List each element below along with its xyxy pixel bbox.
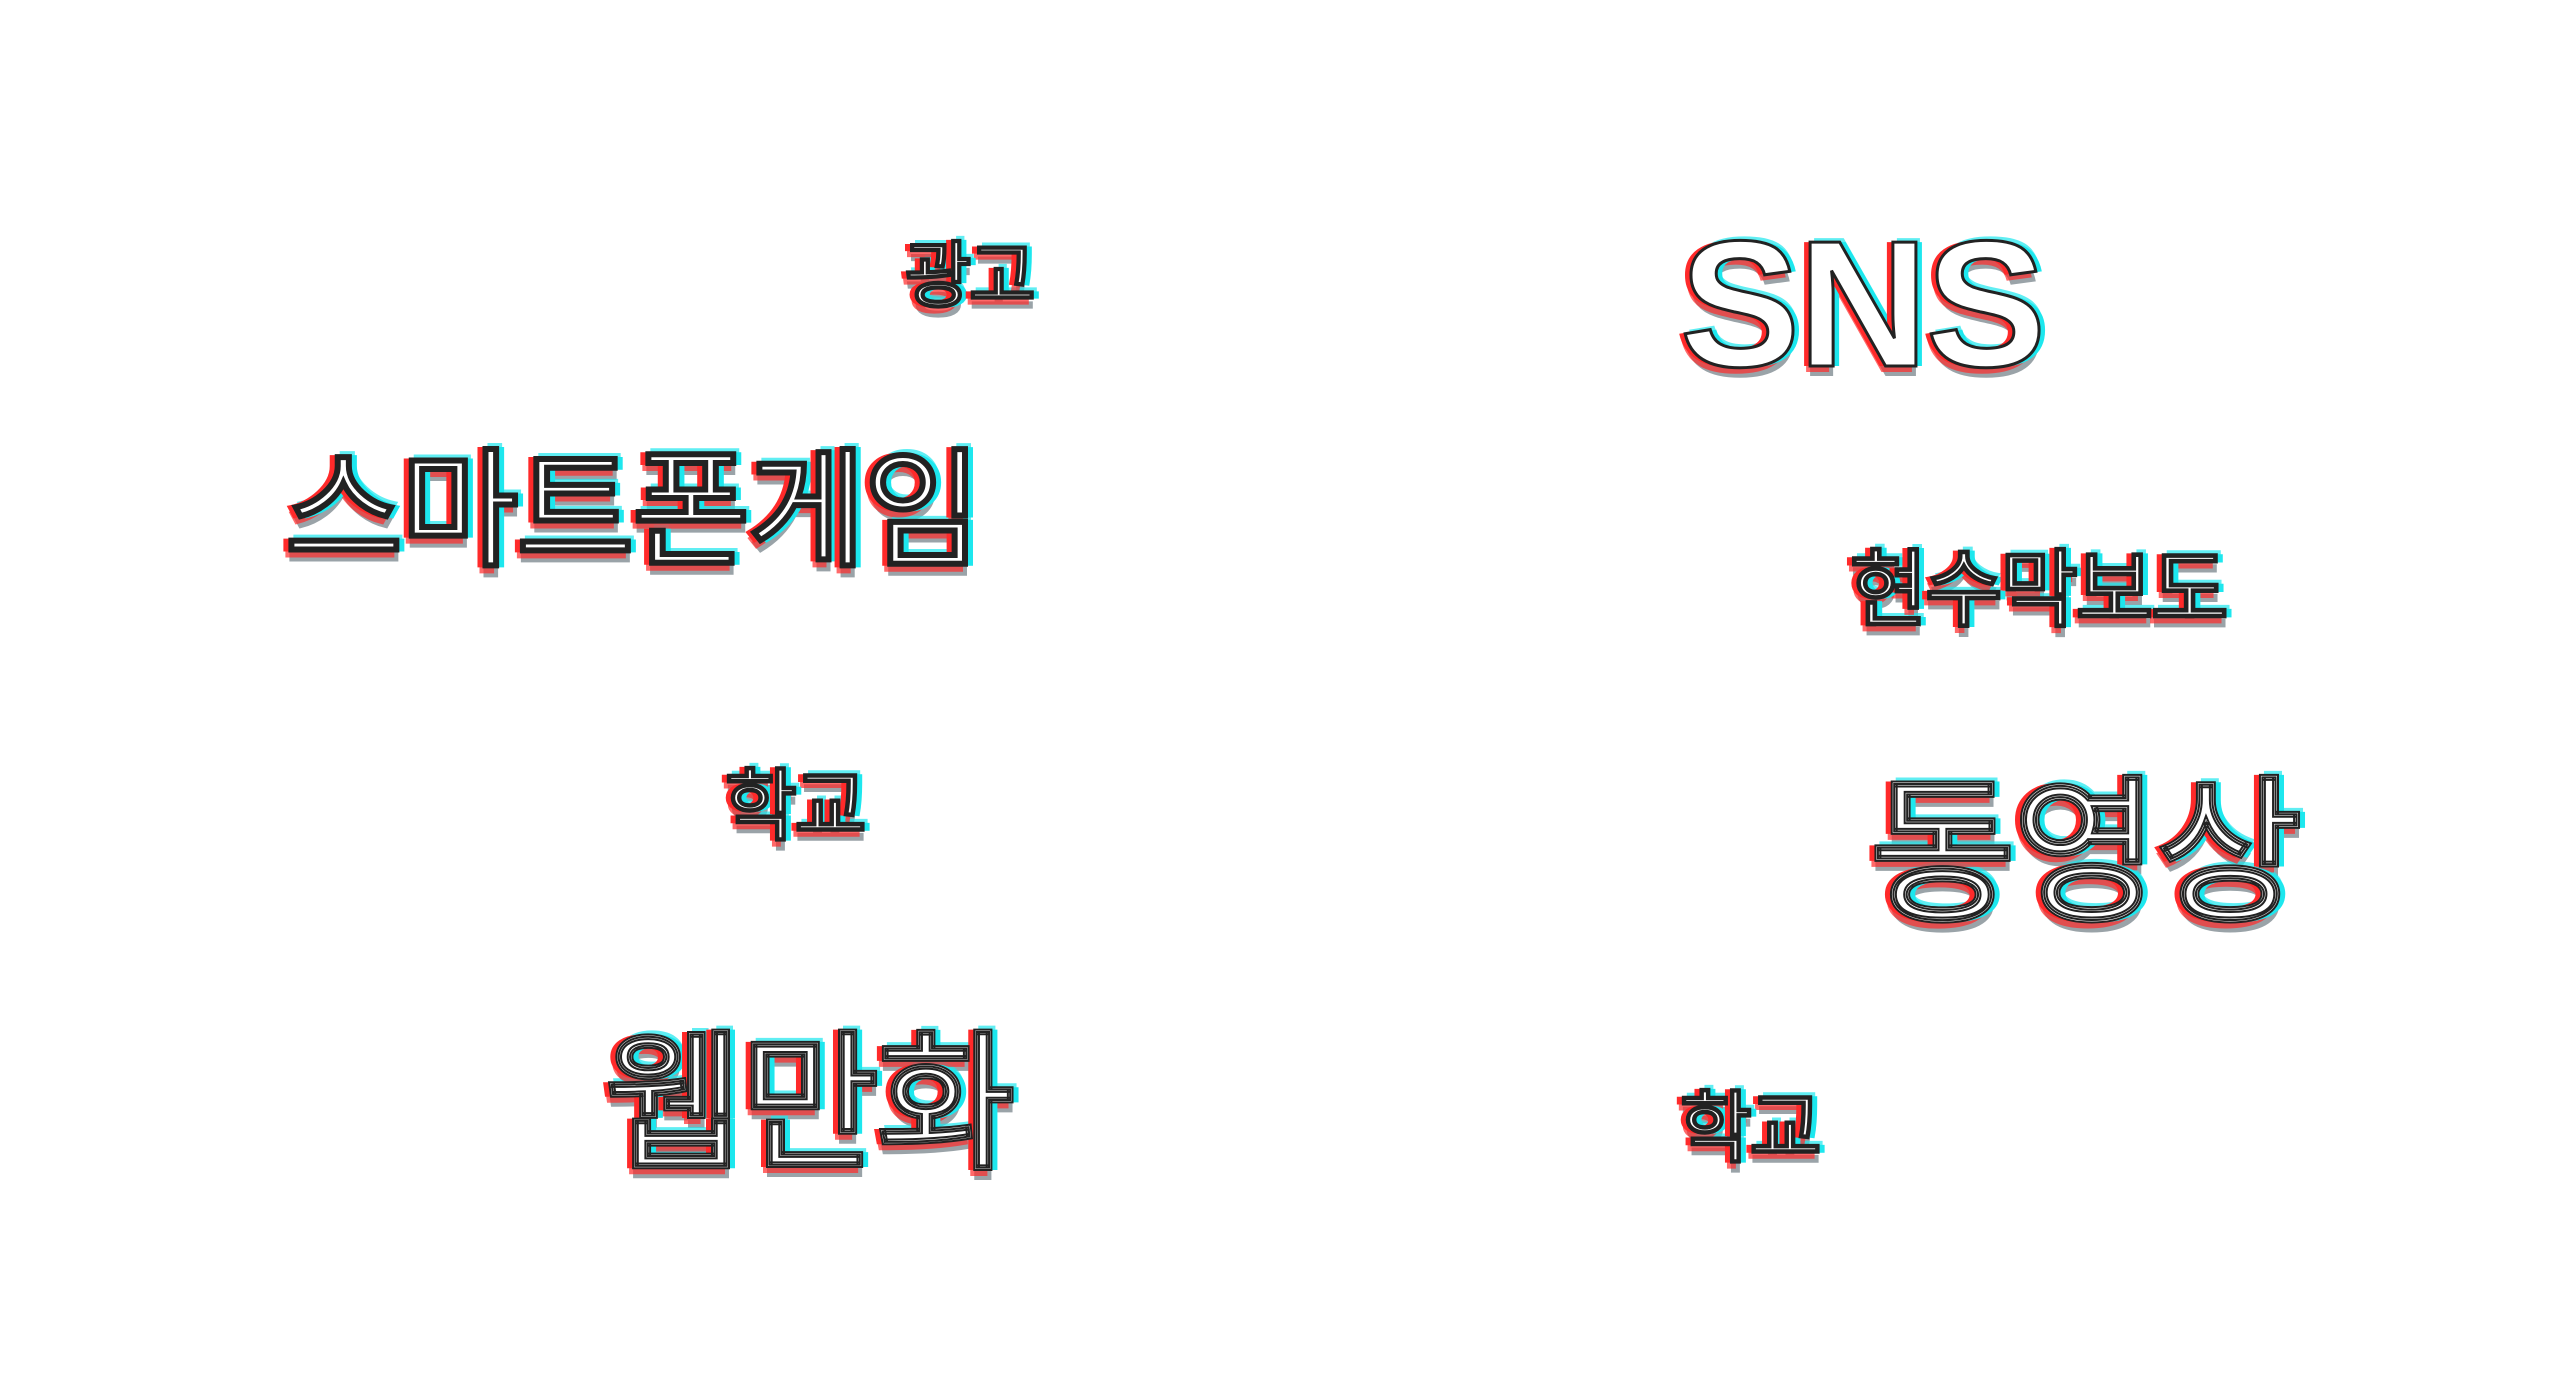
word-banner: 현수막보도 bbox=[1849, 541, 2229, 639]
word-webtoon: 웹만화 bbox=[604, 1018, 1016, 1192]
word-school-2: 학교 bbox=[1679, 1084, 1823, 1174]
word-video: 동영상 bbox=[1869, 762, 2303, 946]
word-sns: SNS bbox=[1678, 204, 2047, 405]
word-smartphone-game: 스마트폰게임 bbox=[284, 437, 983, 586]
word-school-1: 학교 bbox=[724, 762, 868, 852]
word-ad: 광고 bbox=[904, 234, 1036, 318]
word-cloud-canvas: 광고 SNS 스마트폰게임 현수막보도 학교 동영상 웹만화 학교 bbox=[0, 0, 2560, 1400]
